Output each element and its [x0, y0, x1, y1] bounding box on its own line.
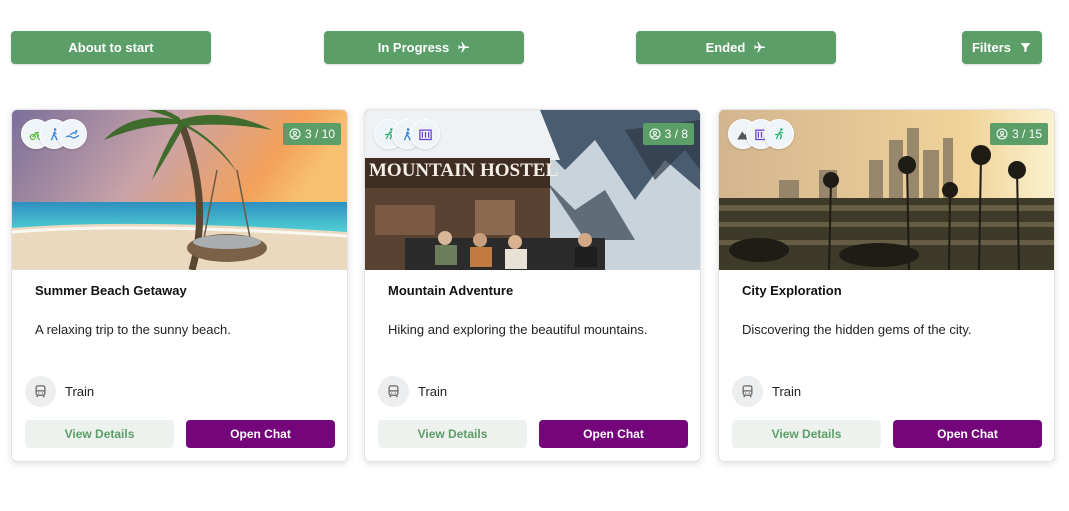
participants-badge: 3 / 10 — [282, 123, 341, 145]
user-icon — [289, 128, 301, 140]
trip-card: MOUNTAIN HOSTEL 3 / 8 Mountain Adventure — [364, 109, 701, 462]
tab-ended[interactable]: Ended — [636, 31, 836, 64]
train-icon — [732, 376, 763, 407]
plane-icon — [458, 42, 470, 53]
transport-label: Train — [65, 384, 95, 399]
hostel-sign-text: MOUNTAIN HOSTEL — [369, 160, 558, 181]
funnel-icon — [1020, 43, 1031, 53]
open-chat-button[interactable]: Open Chat — [893, 420, 1042, 448]
user-icon — [649, 128, 661, 140]
open-chat-button[interactable]: Open Chat — [539, 420, 688, 448]
participants-count: 3 / 15 — [1011, 127, 1042, 141]
plane-icon — [754, 42, 766, 53]
trip-card: 3 / 15 City Exploration Discovering the … — [718, 109, 1055, 462]
participants-badge: 3 / 8 — [642, 123, 694, 145]
museum-icon — [410, 119, 440, 149]
view-details-button[interactable]: View Details — [378, 420, 527, 448]
trip-description: Discovering the hidden gems of the city. — [742, 322, 972, 337]
transport-label: Train — [772, 384, 802, 399]
user-icon — [996, 128, 1008, 140]
swimming-icon — [57, 119, 87, 149]
activity-icons — [374, 119, 440, 149]
trip-card: 3 / 10 Summer Beach Getaway A relaxing t… — [11, 109, 348, 462]
filters-label: Filters — [971, 40, 1011, 55]
transport-info: Train — [25, 376, 94, 407]
participants-badge: 3 / 15 — [989, 123, 1048, 145]
participants-count: 3 / 8 — [664, 127, 688, 141]
tab-in-progress-label: In Progress — [377, 40, 450, 55]
participants-count: 3 / 10 — [304, 127, 335, 141]
view-details-button[interactable]: View Details — [25, 420, 174, 448]
running-icon — [764, 119, 794, 149]
transport-info: Train — [732, 376, 801, 407]
train-icon — [378, 376, 409, 407]
trip-title: Summer Beach Getaway — [35, 283, 187, 298]
trip-description: Hiking and exploring the beautiful mount… — [388, 322, 648, 337]
train-icon — [25, 376, 56, 407]
tab-about-to-start-label: About to start — [68, 40, 154, 55]
tab-ended-label: Ended — [705, 40, 746, 55]
view-details-button[interactable]: View Details — [732, 420, 881, 448]
activity-icons — [728, 119, 794, 149]
filters-button[interactable]: Filters — [962, 31, 1042, 64]
tab-in-progress[interactable]: In Progress — [324, 31, 524, 64]
trip-title: Mountain Adventure — [388, 283, 514, 298]
transport-info: Train — [378, 376, 447, 407]
trip-title: City Exploration — [742, 283, 842, 298]
tab-about-to-start[interactable]: About to start — [11, 31, 211, 64]
trip-description: A relaxing trip to the sunny beach. — [35, 322, 231, 337]
transport-label: Train — [418, 384, 448, 399]
open-chat-button[interactable]: Open Chat — [186, 420, 335, 448]
activity-icons — [21, 119, 87, 149]
